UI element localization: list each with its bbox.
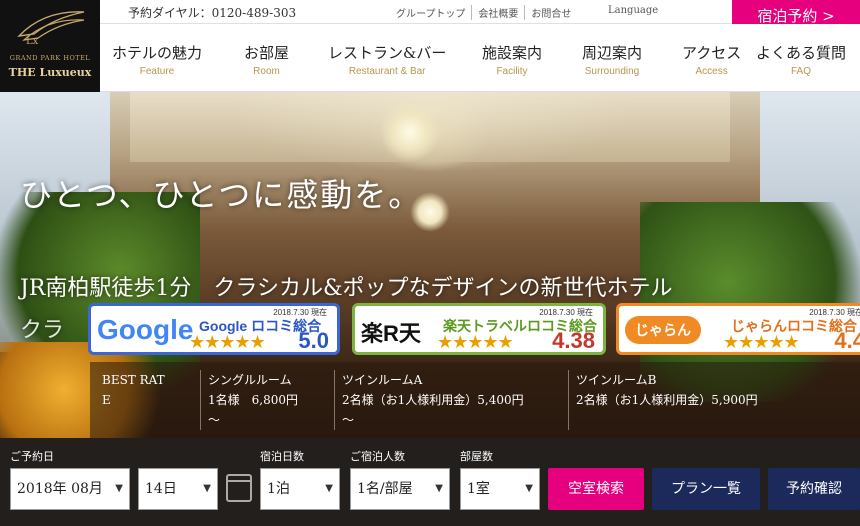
logo-subtitle: GRAND PARK HOTEL xyxy=(9,54,91,62)
google-logo-icon: Google xyxy=(97,314,194,345)
confirm-reservation-button[interactable]: 予約確認 xyxy=(768,468,860,510)
badge-jalan[interactable]: じゃらん 2018.7.30 現在 じゃらんロコミ総合 ★★★★★ 4.4 xyxy=(616,303,860,355)
hotel-logo[interactable]: Lx GRAND PARK HOTEL THE Luxueux xyxy=(0,0,100,92)
calendar-icon[interactable] xyxy=(226,474,252,502)
nav-item-feature[interactable]: ホテルの魅力 Feature xyxy=(112,42,202,77)
nights-select[interactable]: 1泊 ▼ xyxy=(260,468,340,510)
nav-item-surrounding[interactable]: 周辺案内 Surrounding xyxy=(582,42,642,77)
svg-text:Lx: Lx xyxy=(26,36,39,46)
page: Lx GRAND PARK HOTEL THE Luxueux 予約ダイヤル：0… xyxy=(0,0,860,526)
top-utility-bar: 予約ダイヤル：0120-489-303 グループトップ 会社概要 お問合せ La… xyxy=(100,0,860,77)
link-contact[interactable]: お問合せ xyxy=(524,5,577,20)
rate-single[interactable]: シングルルーム 1名様 6,800円〜 xyxy=(200,370,298,430)
wing-logo-icon: Lx xyxy=(17,11,85,46)
rooms-label: 部屋数 xyxy=(460,450,493,463)
stars-icon: ★★★★★ xyxy=(723,332,800,353)
nav-item-restaurant[interactable]: レストラン&バー Restaurant & Bar xyxy=(328,42,446,77)
plan-list-button[interactable]: プラン一覧 xyxy=(652,468,760,510)
guests-label: ご宿泊人数 xyxy=(350,450,405,463)
search-vacancy-button[interactable]: 空室検索 xyxy=(548,468,644,510)
language-label: Language xyxy=(608,5,659,16)
logo-name: THE Luxueux xyxy=(8,66,92,79)
nav-item-room[interactable]: お部屋 Room xyxy=(244,42,289,77)
badge-rakuten[interactable]: 楽R天 2018.7.30 現在 楽天トラベルロコミ総合 ★★★★★ 4.38 xyxy=(352,303,606,355)
rate-twin-a[interactable]: ツインルームA 2名様（お1人様利用金）5,400円〜 xyxy=(334,370,524,430)
hero-slogan: ひとつ、ひとつに感動を。 xyxy=(20,176,423,214)
stars-icon: ★★★★★ xyxy=(189,332,266,353)
reservation-phone[interactable]: 予約ダイヤル：0120-489-303 xyxy=(128,4,296,21)
main-nav: ホテルの魅力 Feature お部屋 Room レストラン&バー Restaurant… xyxy=(100,24,860,92)
stars-icon: ★★★★★ xyxy=(437,332,514,353)
chevron-down-icon: ▼ xyxy=(115,483,123,494)
rakuten-logo-icon: 楽R天 xyxy=(361,321,421,346)
hero-subcopy-2: クラ xyxy=(20,318,65,343)
nav-item-faq[interactable]: よくある質問 FAQ xyxy=(756,42,846,77)
link-group-top[interactable]: グループトップ xyxy=(390,5,471,20)
chevron-down-icon: ▼ xyxy=(525,483,533,494)
day-select[interactable]: 14日 ▼ xyxy=(138,468,218,510)
room-rates: BEST RAT E シングルルーム 1名様 6,800円〜 ツインルームA 2名様（… xyxy=(90,362,860,438)
chevron-down-icon: ▼ xyxy=(435,483,443,494)
rate-twin-b[interactable]: ツインルームB 2名様（お1人様利用金）5,900円 xyxy=(568,370,758,430)
utility-links: グループトップ 会社概要 お問合せ xyxy=(390,5,577,20)
chandelier xyxy=(380,102,440,162)
rooms-select[interactable]: 1室 ▼ xyxy=(460,468,540,510)
chevron-down-icon: ▼ xyxy=(325,483,333,494)
best-rate-label: BEST RAT E xyxy=(102,373,165,407)
date-label: ご予約日 xyxy=(10,450,54,463)
nav-item-access[interactable]: アクセス Access xyxy=(682,42,741,77)
link-company[interactable]: 会社概要 xyxy=(471,5,524,20)
nav-item-facility[interactable]: 施設案内 Facility xyxy=(482,42,542,77)
badge-google[interactable]: Google 2018.7.30 現在 Google ロコミ総合 ★★★★★ 5… xyxy=(88,303,340,355)
language-selector[interactable]: Language ===▼ xyxy=(608,5,731,77)
jalan-logo-icon: じゃらん xyxy=(625,316,701,344)
guests-select[interactable]: 1名/部屋 ▼ xyxy=(350,468,450,510)
nights-label: 宿泊日数 xyxy=(260,450,304,463)
booking-bar: ご予約日 2018年 08月 ▼ 14日 ▼ 宿泊日数 1泊 ▼ ご宿泊人数 1名/部… xyxy=(0,438,860,526)
month-select[interactable]: 2018年 08月 ▼ xyxy=(10,468,130,510)
hero-subcopy: JR南柏駅徒歩1分 クラシカル&ポップなデザインの新世代ホテル xyxy=(20,276,673,301)
chevron-down-icon: ▼ xyxy=(203,483,211,494)
